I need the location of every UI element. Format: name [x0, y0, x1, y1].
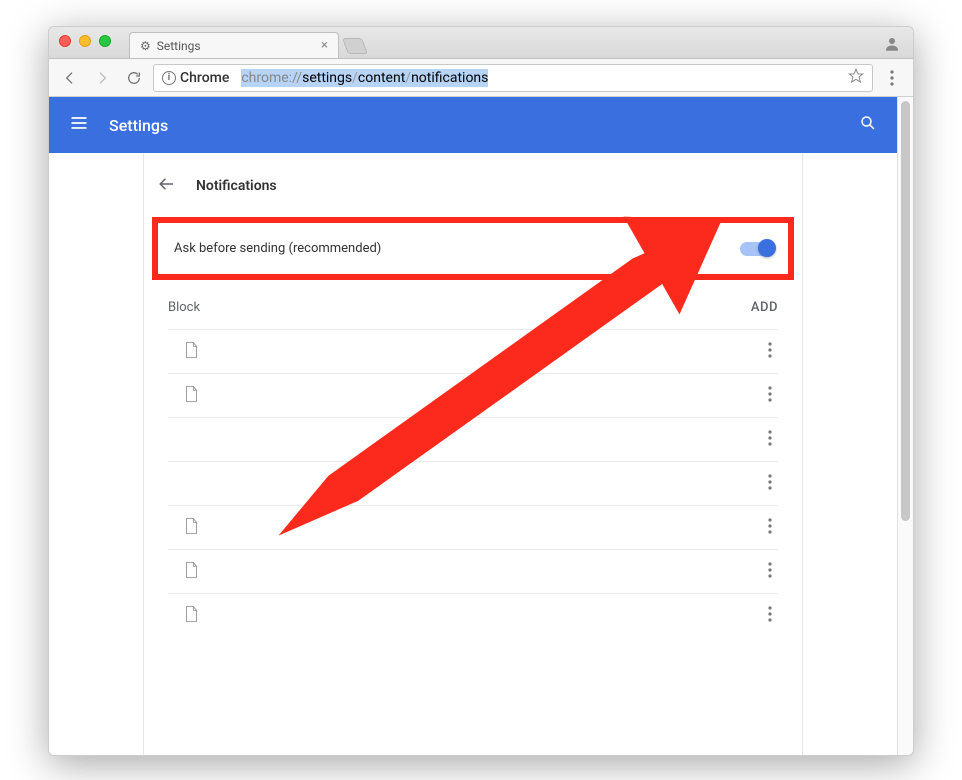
- close-window-button[interactable]: [59, 35, 71, 47]
- back-arrow-icon[interactable]: [158, 175, 176, 197]
- section-title: Notifications: [196, 178, 277, 194]
- omnibox-scheme: Chrome: [180, 70, 229, 86]
- file-icon: [184, 517, 199, 539]
- row-menu-button[interactable]: [768, 606, 772, 626]
- title-bar: ⚙ Settings ×: [49, 27, 913, 59]
- viewport: Settings Notifications Ask before sendin…: [49, 97, 913, 755]
- add-button[interactable]: ADD: [751, 300, 778, 315]
- reload-button[interactable]: [121, 65, 147, 91]
- back-button[interactable]: [57, 65, 83, 91]
- block-list: [144, 329, 802, 637]
- menu-icon[interactable]: [69, 113, 89, 137]
- gear-icon: ⚙: [140, 39, 151, 53]
- site-info-icon[interactable]: i: [162, 71, 176, 85]
- row-menu-button[interactable]: [768, 562, 772, 582]
- search-button[interactable]: [859, 114, 877, 136]
- settings-card: Notifications Ask before sending (recomm…: [143, 153, 803, 755]
- block-list-row[interactable]: [168, 461, 778, 505]
- settings-header: Settings: [49, 97, 897, 153]
- file-icon: [184, 561, 199, 583]
- header-title: Settings: [109, 116, 168, 135]
- ask-before-sending-toggle[interactable]: [740, 242, 772, 256]
- block-section-header: Block ADD: [144, 290, 802, 329]
- row-menu-button[interactable]: [768, 518, 772, 538]
- scrollbar[interactable]: [897, 97, 913, 755]
- block-list-row[interactable]: [168, 549, 778, 593]
- toolbar: i Chrome chrome://settings/content/notif…: [49, 59, 913, 97]
- tab-title: Settings: [157, 39, 201, 53]
- close-tab-icon[interactable]: ×: [321, 38, 328, 53]
- row-menu-button[interactable]: [768, 474, 772, 494]
- window-controls: [59, 35, 111, 47]
- browser-tab[interactable]: ⚙ Settings ×: [129, 32, 339, 58]
- block-label: Block: [168, 300, 200, 315]
- bookmark-star-icon[interactable]: [848, 68, 864, 88]
- file-icon: [184, 385, 199, 407]
- row-menu-button[interactable]: [768, 342, 772, 362]
- block-list-row[interactable]: [168, 329, 778, 373]
- row-menu-button[interactable]: [768, 430, 772, 450]
- block-list-row[interactable]: [168, 417, 778, 461]
- scrollbar-thumb[interactable]: [901, 101, 910, 521]
- maximize-window-button[interactable]: [99, 35, 111, 47]
- forward-button[interactable]: [89, 65, 115, 91]
- address-bar[interactable]: i Chrome chrome://settings/content/notif…: [153, 64, 873, 92]
- browser-menu-button[interactable]: [879, 65, 905, 91]
- toggle-knob: [758, 239, 776, 257]
- minimize-window-button[interactable]: [79, 35, 91, 47]
- file-icon: [184, 605, 199, 627]
- toggle-label: Ask before sending (recommended): [174, 241, 381, 256]
- new-tab-button[interactable]: [342, 38, 368, 54]
- ask-before-sending-row: Ask before sending (recommended): [152, 217, 794, 280]
- block-list-row[interactable]: [168, 505, 778, 549]
- block-list-row[interactable]: [168, 593, 778, 637]
- browser-window: ⚙ Settings × i Chrome chrome://settings/…: [48, 26, 914, 756]
- row-menu-button[interactable]: [768, 386, 772, 406]
- profile-button[interactable]: [881, 33, 903, 55]
- file-icon: [184, 341, 199, 363]
- block-list-row[interactable]: [168, 373, 778, 417]
- page-content: Settings Notifications Ask before sendin…: [49, 97, 897, 755]
